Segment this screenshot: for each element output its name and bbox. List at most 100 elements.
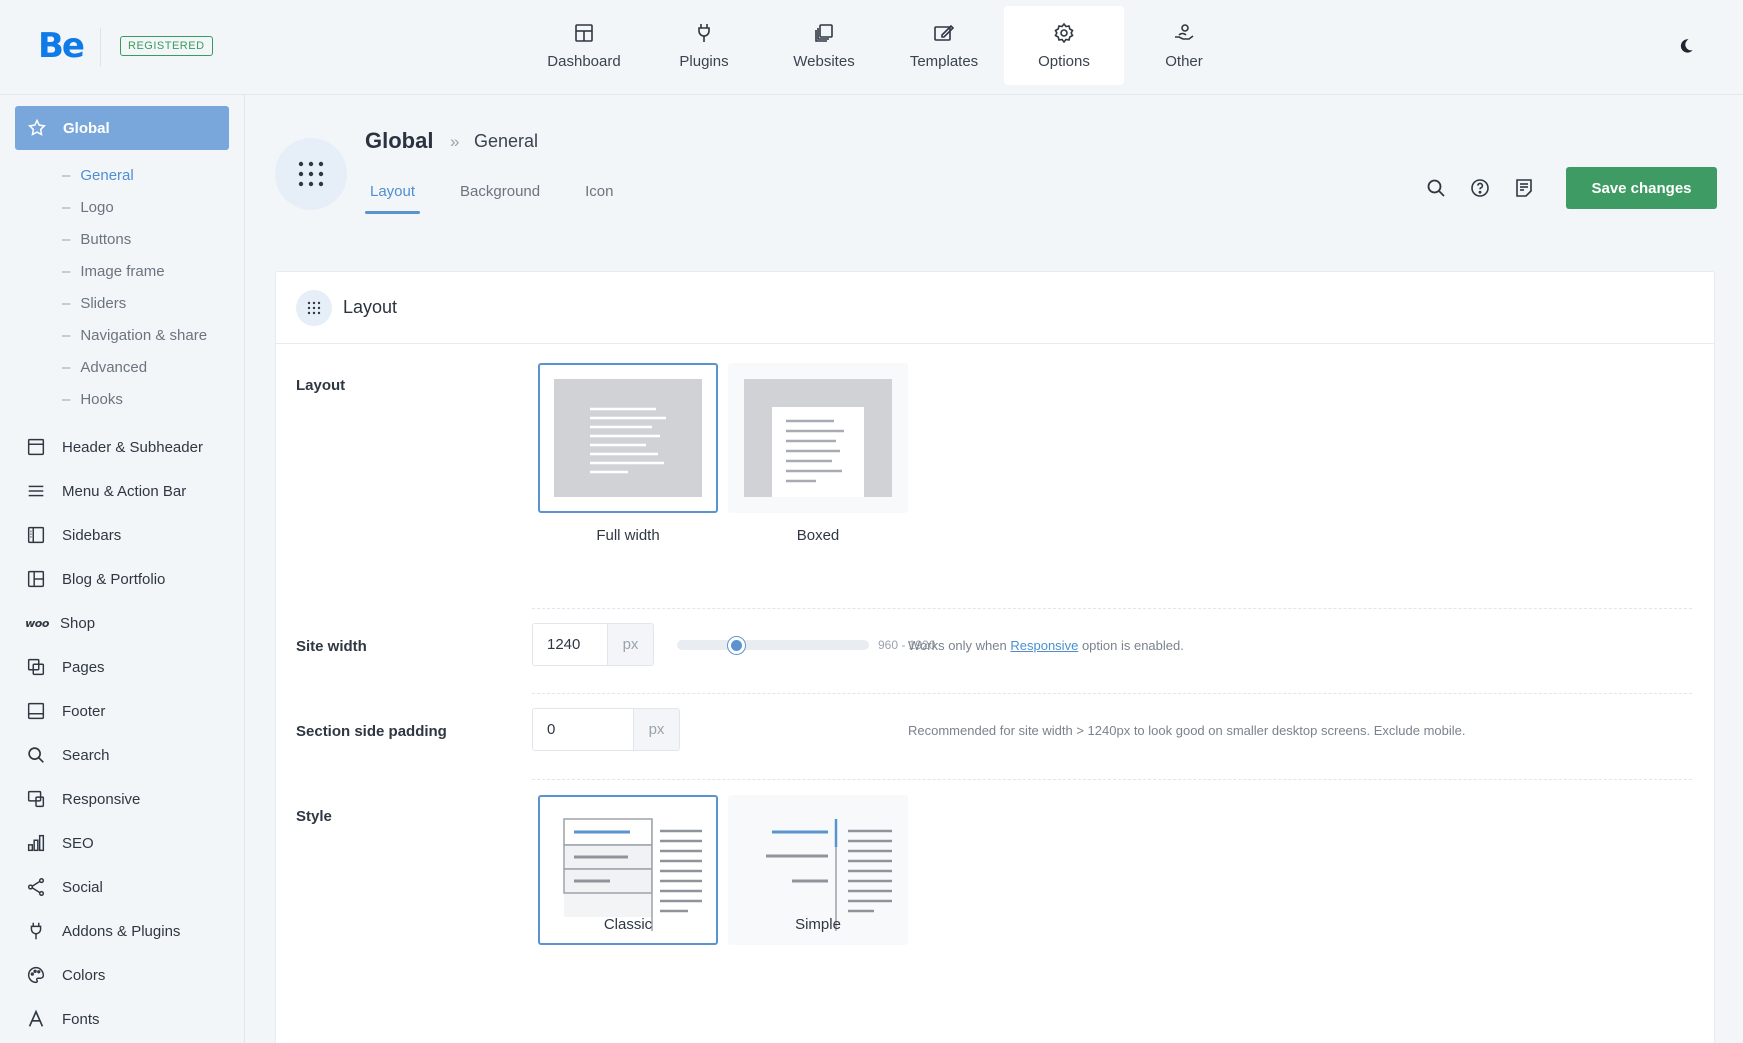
sidebar-item-fonts[interactable]: Fonts xyxy=(24,1006,100,1032)
sidebar-subitem-logo[interactable]: – Logo xyxy=(62,199,114,216)
card-title: Layout xyxy=(343,297,398,317)
footer-icon xyxy=(27,702,45,720)
woo-icon: woo xyxy=(25,616,49,630)
sidebar-subitem-sliders[interactable]: – Sliders xyxy=(62,295,126,312)
sidebar-item-sidebars[interactable]: Sidebars xyxy=(24,522,121,548)
layout-option-full-width[interactable] xyxy=(538,363,718,513)
sidebar-item-label: Global xyxy=(63,119,110,137)
breadcrumb-separator: » xyxy=(450,132,460,151)
top-nav: Dashboard Plugins Websites Templates Opt… xyxy=(524,6,1244,85)
row-divider xyxy=(532,693,1692,694)
topnav-label: Options xyxy=(1038,53,1090,70)
tab-bar: Layout Background Icon xyxy=(365,179,653,214)
gear-icon xyxy=(1054,22,1074,44)
pages-icon xyxy=(27,658,45,676)
sidebar-subitem-general[interactable]: – General xyxy=(62,167,134,184)
sidebar-subitem-image-frame[interactable]: – Image frame xyxy=(62,263,165,280)
sidebar-item-addons[interactable]: Addons & Plugins xyxy=(24,918,180,944)
slider-handle[interactable] xyxy=(727,637,745,654)
site-width-input[interactable] xyxy=(533,624,607,665)
grid-dots-icon xyxy=(307,301,321,315)
sidebar-subitem-hooks[interactable]: – Hooks xyxy=(62,391,123,408)
side-padding-hint: Recommended for site width > 1240px to l… xyxy=(908,723,1466,738)
topnav-websites[interactable]: Websites xyxy=(764,6,884,85)
side-padding-field: px xyxy=(532,708,680,751)
layout-label: Layout xyxy=(296,377,346,394)
side-padding-label: Section side padding xyxy=(296,723,447,740)
row-divider xyxy=(532,779,1692,780)
site-width-field: px xyxy=(532,623,654,666)
dashboard-icon xyxy=(575,24,593,42)
palette-icon xyxy=(28,966,45,984)
moon-icon[interactable] xyxy=(1676,36,1696,56)
sidebar-item-global[interactable]: Global xyxy=(15,106,229,150)
style-label: Style xyxy=(296,808,332,825)
boxed-preview xyxy=(744,379,892,497)
layout-option-boxed[interactable] xyxy=(728,363,908,513)
logo-divider xyxy=(100,28,101,66)
notes-icon[interactable] xyxy=(1512,176,1536,200)
sidebar-icon xyxy=(27,526,45,544)
side-padding-input[interactable] xyxy=(533,709,633,750)
hand-user-icon xyxy=(1175,24,1194,40)
blog-icon xyxy=(27,570,45,588)
style-option-label: Simple xyxy=(795,916,841,933)
main-content: Global » General Layout Background Icon … xyxy=(245,95,1743,1043)
layout-option-label: Full width xyxy=(596,527,660,544)
topnav-options[interactable]: Options xyxy=(1004,6,1124,85)
save-changes-button[interactable]: Save changes xyxy=(1566,167,1717,209)
topnav-label: Plugins xyxy=(679,53,729,70)
topnav-dashboard[interactable]: Dashboard xyxy=(524,6,644,85)
topnav-templates[interactable]: Templates xyxy=(884,6,1004,85)
plug-icon xyxy=(698,24,710,42)
tab-icon[interactable]: Icon xyxy=(580,179,618,214)
side-padding-unit: px xyxy=(633,709,679,750)
sidebar-item-colors[interactable]: Colors xyxy=(24,962,105,988)
topnav-label: Dashboard xyxy=(547,53,621,70)
top-bar: Be REGISTERED Dashboard Plugins Websites… xyxy=(0,0,1743,95)
style-option-label: Classic xyxy=(603,916,653,933)
sidebar-item-social[interactable]: Social xyxy=(24,874,103,900)
sidebar-item-shop[interactable]: woo Shop xyxy=(24,610,95,636)
topnav-label: Other xyxy=(1165,53,1203,70)
sidebar-item-seo[interactable]: SEO xyxy=(24,830,94,856)
font-icon xyxy=(28,1009,44,1027)
header-icon xyxy=(27,438,45,456)
sidebar-item-header[interactable]: Header & Subheader xyxy=(24,434,203,460)
search-icon xyxy=(28,747,44,763)
card-header: Layout xyxy=(276,272,1714,344)
sidebar-item-footer[interactable]: Footer xyxy=(24,698,105,724)
page-icon xyxy=(275,138,347,210)
sidebar: Global – General – Logo – Buttons – Image fr… xyxy=(0,95,245,1043)
plug-icon xyxy=(30,922,42,940)
sidebar-item-responsive[interactable]: Responsive xyxy=(24,786,140,812)
sidebar-item-menu[interactable]: Menu & Action Bar xyxy=(24,478,186,504)
responsive-link[interactable]: Responsive xyxy=(1010,638,1078,653)
site-width-label: Site width xyxy=(296,638,367,655)
be-logo[interactable]: Be xyxy=(38,26,85,66)
page-title: Global xyxy=(365,128,434,153)
sidebar-subitem-buttons[interactable]: – Buttons xyxy=(62,231,131,248)
responsive-icon xyxy=(27,790,45,808)
tab-layout[interactable]: Layout xyxy=(365,179,421,214)
topnav-label: Templates xyxy=(909,53,979,70)
site-width-slider[interactable] xyxy=(677,637,869,654)
seo-icon xyxy=(27,834,45,852)
sidebar-item-blog[interactable]: Blog & Portfolio xyxy=(24,566,165,592)
sidebar-item-pages[interactable]: Pages xyxy=(24,654,105,680)
sidebar-subitem-navigation-share[interactable]: – Navigation & share xyxy=(62,327,207,344)
search-icon[interactable] xyxy=(1424,176,1448,200)
site-width-unit: px xyxy=(607,624,653,665)
full-width-preview xyxy=(554,379,702,497)
grid-dots-icon xyxy=(298,161,324,187)
topnav-plugins[interactable]: Plugins xyxy=(644,6,764,85)
help-icon[interactable] xyxy=(1468,176,1492,200)
site-width-hint: Works only when Responsive option is ena… xyxy=(908,638,1184,653)
star-icon xyxy=(28,118,46,136)
tab-background[interactable]: Background xyxy=(455,179,545,214)
sidebar-item-search[interactable]: Search xyxy=(24,742,110,768)
sidebar-subitem-advanced[interactable]: – Advanced xyxy=(62,359,147,376)
share-icon xyxy=(27,878,45,896)
layout-card: Layout Layout Full width Boxed Site widt… xyxy=(275,271,1715,1043)
topnav-other[interactable]: Other xyxy=(1124,6,1244,85)
